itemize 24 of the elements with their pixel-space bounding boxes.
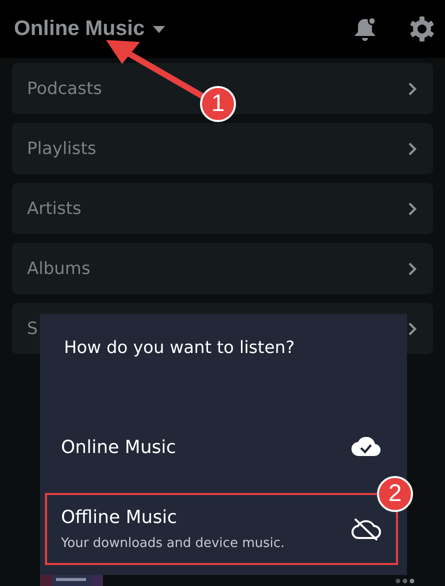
settings-icon[interactable] (409, 16, 435, 42)
chevron-icon (408, 322, 417, 336)
option-label: Online Music (61, 436, 176, 458)
notification-bell-icon[interactable] (353, 16, 377, 42)
row-label: Albums (27, 258, 90, 278)
library-row[interactable]: Artists (12, 183, 433, 234)
cloud-check-icon (351, 437, 381, 457)
row-label: S (27, 318, 38, 338)
row-label: Artists (27, 198, 82, 218)
chevron-icon (408, 262, 417, 276)
chevron-icon (408, 82, 417, 96)
row-label: Podcasts (27, 78, 102, 98)
dialog-title: How do you want to listen? (63, 338, 296, 360)
caret-icon (152, 26, 165, 32)
chevron-icon (408, 142, 417, 156)
more-icon[interactable] (395, 578, 415, 584)
library-row[interactable]: Playlists (12, 123, 433, 174)
option-description: Your downloads and device music. (61, 536, 285, 551)
chevron-icon (408, 202, 417, 216)
row-label: Playlists (27, 138, 96, 158)
source-dropdown[interactable]: Online Music (14, 17, 165, 41)
option-label: Offline Music (61, 507, 178, 528)
cloud-off-icon (351, 517, 381, 541)
library-row[interactable]: Albums (12, 243, 433, 294)
